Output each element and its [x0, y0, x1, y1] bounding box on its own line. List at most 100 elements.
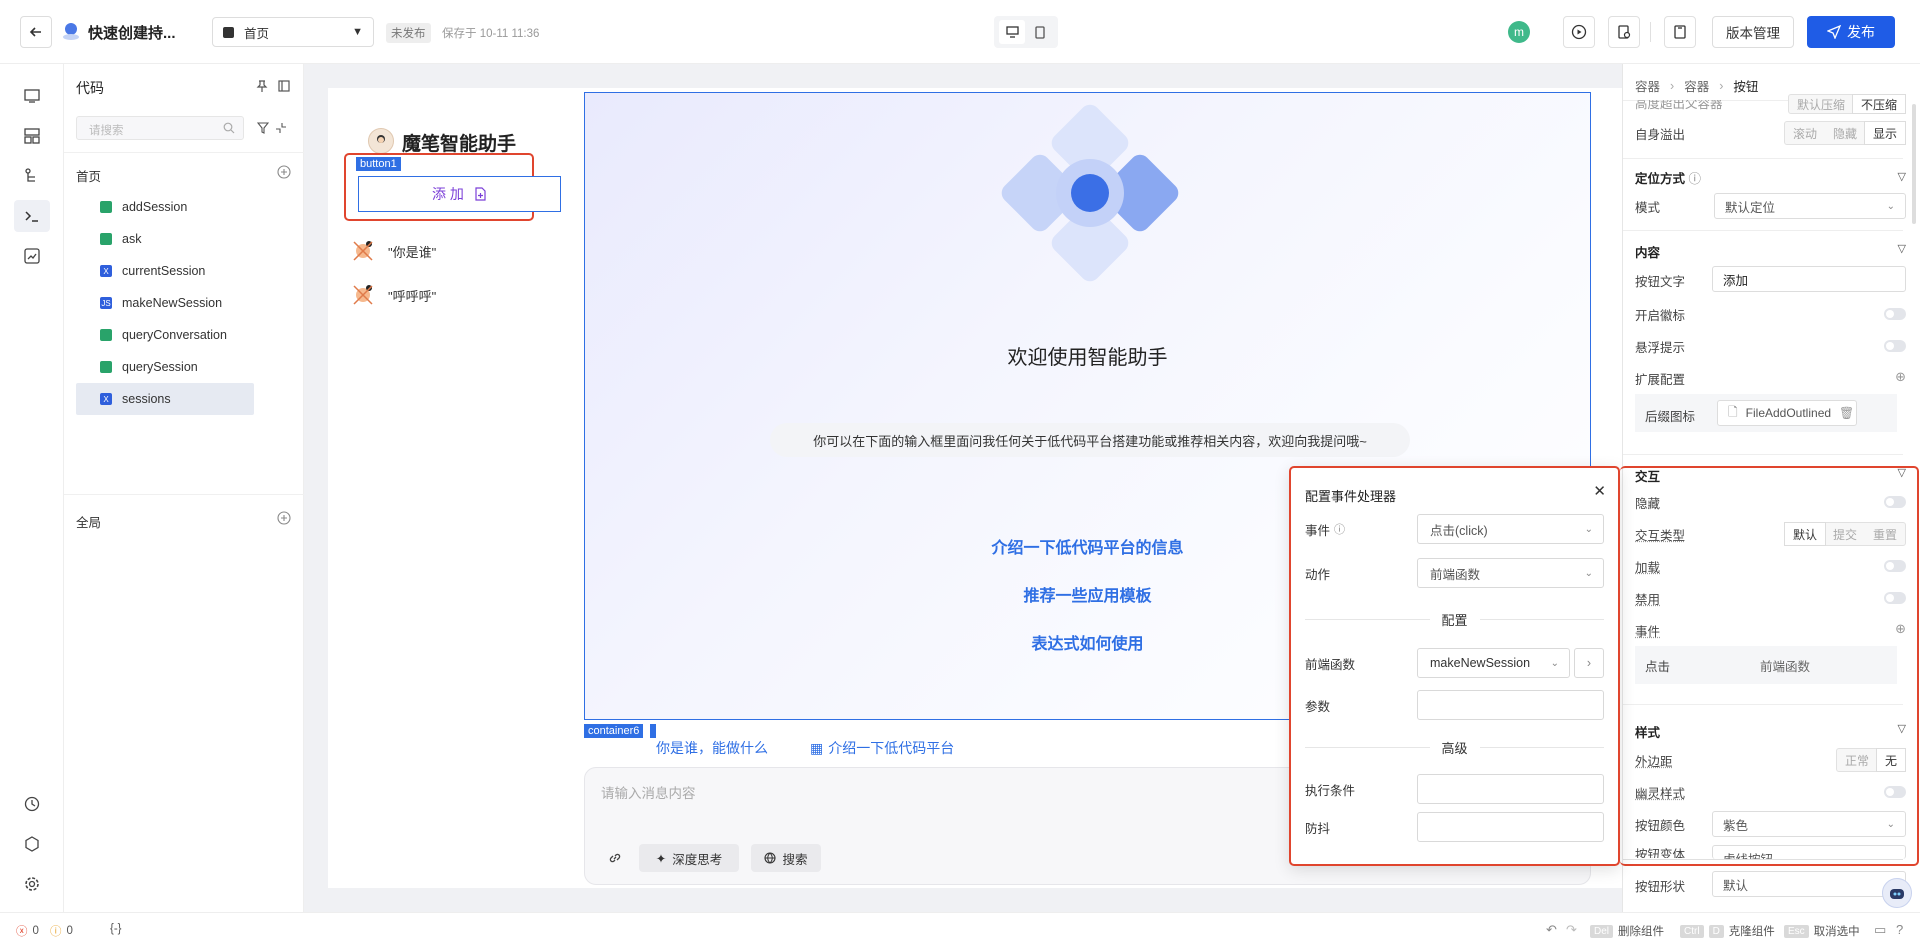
kbd: Esc [1784, 924, 1809, 938]
item-label: queryConversation [122, 328, 227, 342]
list-item[interactable]: querySession [76, 351, 254, 383]
device-switch [994, 16, 1058, 48]
filter-icon[interactable] [256, 120, 270, 136]
doc-settings-icon[interactable] [1608, 16, 1640, 48]
back-arrow-icon[interactable] [20, 16, 52, 48]
button-shape-select[interactable]: 默认 [1712, 871, 1906, 897]
gear-icon[interactable] [20, 872, 44, 896]
seg-option[interactable]: 滚动 [1785, 122, 1825, 144]
condition-input[interactable] [1417, 774, 1604, 804]
error-count[interactable]: ⓧ 0 [16, 923, 39, 939]
badge-toggle[interactable] [1884, 308, 1906, 320]
add-circle-icon[interactable] [276, 510, 292, 526]
variable-icon: X [100, 393, 112, 405]
quick-chip[interactable]: ▦ 介绍一下低代码平台 [810, 738, 954, 758]
left-icon-rail [0, 64, 64, 912]
search-button[interactable]: 搜索 [751, 844, 821, 872]
plugin-icon[interactable] [20, 832, 44, 856]
mode-select[interactable]: 默认定位 ⌄ [1714, 193, 1906, 219]
dialog-row: 动作 前端函数 ⌄ [1305, 558, 1604, 588]
action-select[interactable]: 前端函数 ⌄ [1417, 558, 1604, 588]
chevron-down-icon[interactable]: ▽ [1898, 170, 1906, 183]
close-icon[interactable]: ✕ [1593, 482, 1606, 500]
prop-label: 按钮文字 [1635, 274, 1686, 289]
resize-handle[interactable] [650, 724, 656, 738]
history-icon[interactable] [20, 792, 44, 816]
deep-think-button[interactable]: ✦ 深度思考 [639, 844, 739, 872]
code-icon[interactable] [14, 200, 50, 232]
divider [1623, 158, 1903, 159]
event-select[interactable]: 点击(click) ⌄ [1417, 514, 1604, 544]
tree-icon[interactable] [20, 164, 44, 188]
warning-count[interactable]: ⓘ 0 [50, 923, 73, 939]
robot-assistant-icon[interactable] [1882, 878, 1912, 908]
prop-label: 开启徽标 [1635, 308, 1686, 323]
save-icon[interactable] [1664, 16, 1696, 48]
section-title: 定位方式 ⓘ [1635, 172, 1702, 186]
item-label: makeNewSession [122, 296, 223, 310]
overflow-seg[interactable]: 滚动 隐藏 显示 [1783, 121, 1906, 145]
page-icon[interactable] [20, 84, 44, 108]
session-item[interactable]: "呼呼呼" [350, 282, 436, 308]
seg-option[interactable]: 显示 [1864, 122, 1905, 144]
highlight-box [1620, 466, 1919, 866]
add-circle-icon[interactable]: ⊕ [1895, 369, 1906, 385]
suffix-icon-picker[interactable]: 🗋 FileAddOutlined 🗑 [1717, 400, 1857, 426]
comment-icon[interactable]: ▭ [1874, 922, 1886, 938]
list-item[interactable]: addSession [76, 191, 254, 223]
chart-icon[interactable] [20, 244, 44, 268]
cancel-hint: Esc 取消选中 [1784, 923, 1860, 939]
seg-option[interactable]: 默认压缩 [1789, 95, 1853, 113]
undo-icon[interactable]: ↶ [1546, 922, 1557, 938]
list-item[interactable]: JS makeNewSession [76, 287, 254, 319]
breadcrumb-item[interactable]: 容器 [1684, 76, 1709, 95]
page-select-value: 首页 [244, 26, 270, 41]
tooltip-toggle[interactable] [1884, 340, 1906, 352]
seg-option[interactable]: 隐藏 [1825, 122, 1865, 144]
hint-text: 克隆组件 [1728, 926, 1775, 938]
desktop-icon[interactable] [999, 20, 1025, 44]
mobile-icon[interactable] [1027, 20, 1053, 44]
debounce-input[interactable] [1417, 812, 1604, 842]
prop-row: 扩展配置 [1635, 364, 1908, 392]
open-function-button[interactable]: › [1574, 648, 1604, 678]
quick-chip[interactable]: 你是谁，能做什么 [656, 738, 768, 758]
page-select[interactable]: 首页 ▼ [212, 17, 374, 47]
search-input[interactable]: 请搜索 [76, 116, 244, 140]
braces-toggle[interactable]: {-} [110, 923, 122, 935]
collapse-panel-icon[interactable] [276, 78, 292, 94]
list-item[interactable]: queryConversation [76, 319, 254, 351]
search-icon [223, 122, 235, 137]
scrollbar[interactable] [1912, 104, 1916, 224]
pin-icon[interactable] [254, 78, 270, 94]
grid-icon: ▦ [810, 739, 824, 756]
dialog-title: 配置事件处理器 [1305, 489, 1397, 504]
frontend-fn-select[interactable]: makeNewSession ⌄ [1417, 648, 1570, 678]
version-manage-button[interactable]: 版本管理 [1712, 16, 1794, 48]
components-icon[interactable] [20, 124, 44, 148]
shrink-icon[interactable] [274, 120, 288, 136]
preview-play-icon[interactable] [1563, 16, 1595, 48]
trash-icon[interactable]: 🗑 [1839, 406, 1854, 420]
link-icon[interactable] [605, 848, 625, 868]
button-text-input[interactable]: 添加 [1712, 266, 1906, 292]
add-session-button[interactable]: 添 加 [358, 176, 561, 212]
list-item[interactable]: ask [76, 223, 254, 255]
breadcrumb-item[interactable]: 容器 [1635, 76, 1660, 95]
add-circle-icon[interactable] [276, 164, 292, 180]
seg-option[interactable]: 不压缩 [1852, 95, 1905, 113]
list-item-selected[interactable]: Xsessions [76, 383, 254, 415]
item-label: ask [122, 232, 142, 246]
session-item[interactable]: "你是谁" [350, 238, 436, 264]
redo-icon[interactable]: ↷ [1566, 922, 1577, 938]
list-item[interactable]: XcurrentSession [76, 255, 254, 287]
file-add-icon [475, 187, 486, 201]
help-icon[interactable]: ? [1896, 922, 1903, 937]
params-input[interactable] [1417, 690, 1604, 720]
welcome-description: 你可以在下面的输入框里面问我任何关于低代码平台搭建功能或推荐相关内容，欢迎向我提… [770, 423, 1410, 457]
publish-button[interactable]: 发布 [1807, 16, 1895, 48]
overflow-parent-seg[interactable]: 默认压缩 不压缩 [1787, 94, 1906, 114]
avatar[interactable]: m [1508, 21, 1530, 43]
chevron-down-icon[interactable]: ▽ [1898, 242, 1906, 255]
kbd: Del [1590, 924, 1614, 938]
